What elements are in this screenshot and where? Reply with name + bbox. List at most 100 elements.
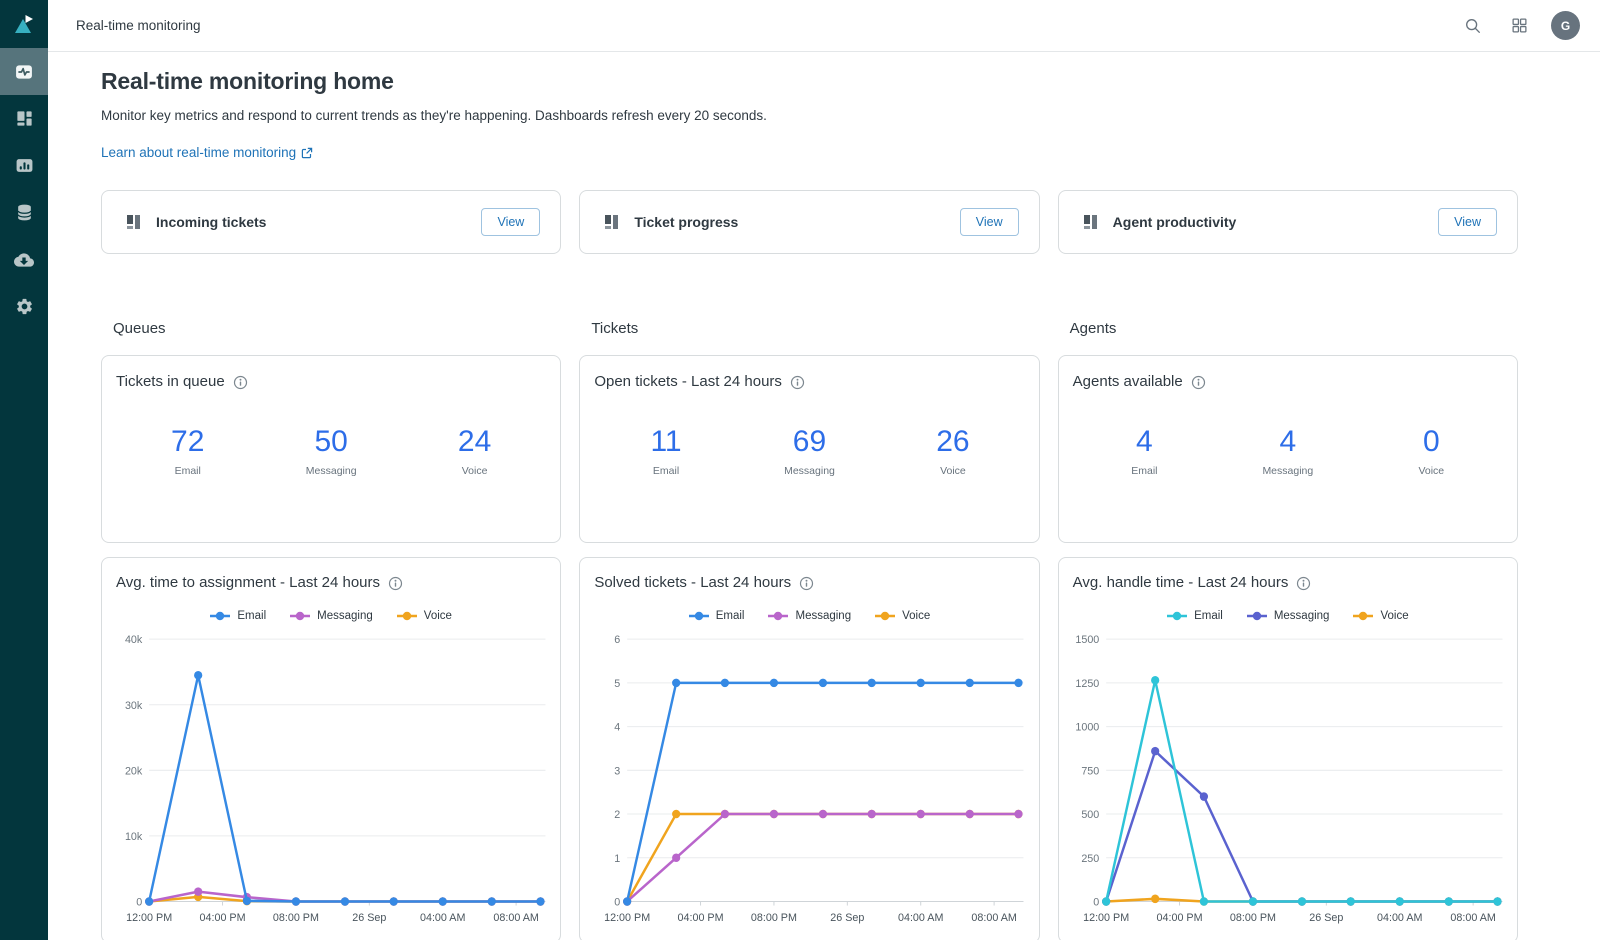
metric-label: Voice <box>403 465 546 477</box>
legend-item-voice[interactable]: Voice <box>1353 610 1408 622</box>
metric-value: 24 <box>403 425 546 458</box>
section-title-agents: Agents <box>1058 320 1518 337</box>
svg-text:0: 0 <box>615 896 621 908</box>
metric-messaging: 69Messaging <box>738 425 881 477</box>
avatar[interactable]: G <box>1551 11 1580 40</box>
sidebar-item-reports[interactable] <box>0 142 48 189</box>
section-title-queues: Queues <box>101 320 561 337</box>
svg-text:20k: 20k <box>125 765 143 777</box>
svg-text:08:00 AM: 08:00 AM <box>1450 912 1495 924</box>
chart-title: Avg. time to assignment - Last 24 hours <box>116 574 380 591</box>
sidebar-item-dashboards[interactable] <box>0 95 48 142</box>
svg-text:6: 6 <box>615 634 621 646</box>
stat-card-agents-available: Agents available 4Email 4Messaging 0Voic… <box>1058 355 1518 543</box>
svg-text:10k: 10k <box>125 831 143 843</box>
svg-text:04:00 AM: 04:00 AM <box>1377 912 1422 924</box>
chart-card-solved-tickets: Solved tickets - Last 24 hours EmailMess… <box>579 557 1039 940</box>
sidebar <box>0 0 48 940</box>
legend-item-voice[interactable]: Voice <box>875 610 930 622</box>
metric-label: Messaging <box>1216 465 1359 477</box>
stat-card-tickets-in-queue: Tickets in queue 72Email 50Messaging 24V… <box>101 355 561 543</box>
learn-link-label: Learn about real-time monitoring <box>101 145 296 160</box>
metric-label: Email <box>594 465 737 477</box>
legend-label: Messaging <box>1274 610 1330 622</box>
legend-item-email[interactable]: Email <box>1167 610 1223 622</box>
line-chart-plot[interactable]: 012345612:00 PM04:00 PM08:00 PM26 Sep04:… <box>588 629 1030 934</box>
metric-value: 50 <box>259 425 402 458</box>
dashboard-glyph-icon <box>604 214 620 230</box>
svg-text:04:00 PM: 04:00 PM <box>1156 912 1202 924</box>
info-icon[interactable] <box>1296 576 1311 591</box>
legend-marker-icon <box>210 611 230 621</box>
legend-item-email[interactable]: Email <box>210 610 266 622</box>
metric-email: 4Email <box>1073 425 1216 477</box>
svg-text:08:00 PM: 08:00 PM <box>751 912 797 924</box>
info-icon[interactable] <box>790 375 805 390</box>
metric-label: Voice <box>1360 465 1503 477</box>
chart-title: Avg. handle time - Last 24 hours <box>1073 574 1289 591</box>
svg-text:40k: 40k <box>125 634 143 646</box>
line-chart-plot[interactable]: 010k20k30k40k12:00 PM04:00 PM08:00 PM26 … <box>110 629 552 934</box>
shortcut-card-ticket-progress: Ticket progress View <box>579 190 1039 254</box>
metric-voice: 26Voice <box>881 425 1024 477</box>
shortcut-card-title: Ticket progress <box>634 214 738 230</box>
sidebar-item-settings[interactable] <box>0 283 48 330</box>
info-icon[interactable] <box>799 576 814 591</box>
chart-legend: Email Messaging Voice <box>588 607 1030 625</box>
svg-text:0: 0 <box>136 896 142 908</box>
info-icon[interactable] <box>233 375 248 390</box>
legend-label: Messaging <box>795 610 851 622</box>
settings-icon <box>15 297 34 316</box>
search-button[interactable] <box>1459 12 1487 40</box>
svg-text:08:00 PM: 08:00 PM <box>273 912 319 924</box>
stat-card-title: Tickets in queue <box>116 373 225 390</box>
legend-marker-icon <box>1167 611 1187 621</box>
svg-text:08:00 AM: 08:00 AM <box>493 912 538 924</box>
legend-label: Email <box>1194 610 1223 622</box>
sidebar-item-data-importer[interactable] <box>0 236 48 283</box>
legend-label: Voice <box>424 610 452 622</box>
products-button[interactable] <box>1505 12 1533 40</box>
search-icon <box>1464 17 1482 35</box>
legend-item-messaging[interactable]: Messaging <box>290 610 373 622</box>
breadcrumb: Real-time monitoring <box>76 18 201 33</box>
svg-text:1250: 1250 <box>1075 678 1099 690</box>
dashboard-glyph-icon <box>1083 214 1099 230</box>
svg-text:500: 500 <box>1081 809 1099 821</box>
legend-label: Email <box>237 610 266 622</box>
legend-marker-icon <box>1353 611 1373 621</box>
sidebar-item-live-monitoring[interactable] <box>0 48 48 95</box>
info-icon[interactable] <box>1191 375 1206 390</box>
legend-label: Messaging <box>317 610 373 622</box>
datasets-icon <box>15 203 34 222</box>
view-button[interactable]: View <box>1438 208 1497 236</box>
legend-item-email[interactable]: Email <box>689 610 745 622</box>
page-title: Real-time monitoring home <box>101 68 1518 95</box>
metric-value: 69 <box>738 425 881 458</box>
sidebar-item-datasets[interactable] <box>0 189 48 236</box>
metric-value: 11 <box>594 425 737 458</box>
legend-item-messaging[interactable]: Messaging <box>768 610 851 622</box>
metric-messaging: 4 Messaging <box>1216 425 1359 477</box>
explore-logo[interactable] <box>0 0 48 48</box>
legend-item-voice[interactable]: Voice <box>397 610 452 622</box>
svg-text:3: 3 <box>615 765 621 777</box>
info-icon[interactable] <box>388 576 403 591</box>
line-chart-plot[interactable]: 025050075010001250150012:00 PM04:00 PM08… <box>1067 629 1509 934</box>
metric-value: 4 <box>1216 425 1359 458</box>
learn-link[interactable]: Learn about real-time monitoring <box>101 145 313 160</box>
legend-item-messaging[interactable]: Messaging <box>1247 610 1330 622</box>
legend-marker-icon <box>1247 611 1267 621</box>
external-link-icon <box>301 147 313 159</box>
view-button[interactable]: View <box>960 208 1019 236</box>
legend-label: Voice <box>1380 610 1408 622</box>
svg-text:12:00 PM: 12:00 PM <box>126 912 172 924</box>
page-subtitle: Monitor key metrics and respond to curre… <box>101 108 1518 123</box>
view-button[interactable]: View <box>481 208 540 236</box>
shortcut-card-title: Agent productivity <box>1113 214 1237 230</box>
svg-text:26 Sep: 26 Sep <box>831 912 865 924</box>
chart-card-avg-handle-time: Avg. handle time - Last 24 hours Email Me… <box>1058 557 1518 940</box>
svg-text:4: 4 <box>615 721 621 733</box>
chart-card-avg-time-to-assignment: Avg. time to assignment - Last 24 hours … <box>101 557 561 940</box>
legend-label: Email <box>716 610 745 622</box>
